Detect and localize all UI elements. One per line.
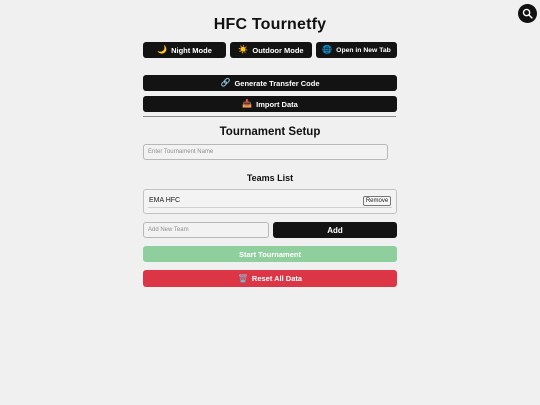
generate-transfer-code-label: Generate Transfer Code <box>234 78 320 88</box>
teams-list-heading: Teams List <box>246 173 294 183</box>
team-row-divider <box>148 207 392 208</box>
tournament-name-input[interactable]: Enter Tournament Name <box>143 144 388 160</box>
link-icon: 🔗 <box>220 78 231 87</box>
night-mode-label: Night Mode <box>171 45 212 55</box>
add-team-placeholder: Add New Team <box>148 227 189 233</box>
trash-icon: 🗑️ <box>237 273 248 283</box>
teams-list: EMA HFC Remove <box>143 189 397 214</box>
night-mode-button[interactable]: 🌙 Night Mode <box>143 42 226 58</box>
import-data-label: Import Data <box>256 99 298 109</box>
remove-team-button[interactable]: Remove <box>363 196 391 206</box>
tournament-setup-heading: Tournament Setup <box>219 126 321 138</box>
app-title: HFC Tournetfy <box>213 16 327 33</box>
add-team-label: Add <box>327 225 343 235</box>
import-data-button[interactable]: 📥 Import Data <box>143 96 397 112</box>
app-page: HFC Tournetfy 🌙 Night Mode ☀️ Outdoor Mo… <box>0 0 540 405</box>
start-tournament-label: Start Tournament <box>239 249 301 259</box>
team-name: EMA HFC <box>149 197 181 204</box>
moon-icon: 🌙 <box>157 45 168 54</box>
open-new-tab-button[interactable]: 🌐 Open in New Tab <box>316 42 397 58</box>
divider <box>143 116 396 117</box>
inbox-tray-icon: 📥 <box>242 99 253 108</box>
reset-all-data-button[interactable]: 🗑️ Reset All Data <box>143 270 397 287</box>
generate-transfer-code-button[interactable]: 🔗 Generate Transfer Code <box>143 75 397 91</box>
reset-all-data-label: Reset All Data <box>251 274 303 283</box>
open-new-tab-label: Open in New Tab <box>336 46 391 54</box>
globe-icon: 🌐 <box>322 45 333 54</box>
outdoor-mode-label: Outdoor Mode <box>252 45 304 55</box>
start-tournament-button[interactable]: Start Tournament <box>143 246 397 262</box>
tournament-name-placeholder: Enter Tournament Name <box>148 149 214 155</box>
outdoor-mode-button[interactable]: ☀️ Outdoor Mode <box>230 42 312 58</box>
add-team-button[interactable]: Add <box>273 222 397 238</box>
sun-icon: ☀️ <box>238 45 249 54</box>
add-team-input[interactable]: Add New Team <box>143 222 269 238</box>
